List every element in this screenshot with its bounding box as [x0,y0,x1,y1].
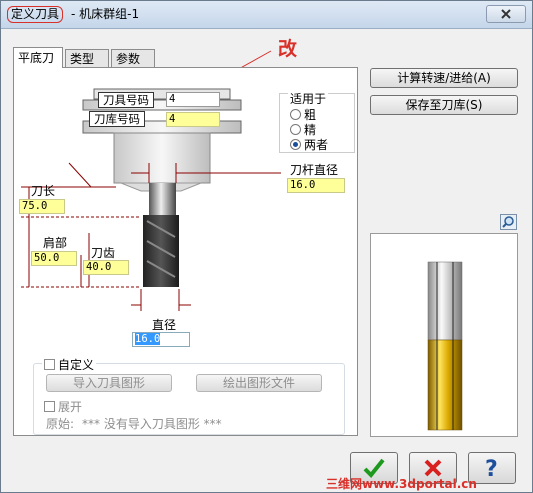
flute-label: 刀齿 [91,246,116,260]
diameter-label: 直径 [152,318,177,332]
overall-length-field[interactable]: 75.0 [19,199,65,214]
zoom-preview-button[interactable] [500,214,517,230]
radio-finish-icon [290,124,301,135]
shank-diameter-field[interactable]: 16.0 [287,178,345,193]
tool-preview [370,233,518,437]
custom-group: 自定义 导入刀具图形 绘出图形文件 展开 原始: *** 没有导入刀具图形 **… [33,356,345,435]
diameter-field[interactable]: 16.0 [132,332,190,347]
radio-rough-icon [290,109,301,120]
calc-speed-feed-button[interactable]: 计算转速/进给(A) [370,68,518,88]
applies-to-group: 适用于 粗 精 两者 [279,90,355,153]
origin-label: 原始: [46,417,75,431]
tool-preview-graphic [427,261,463,431]
applies-to-title: 适用于 [288,90,329,107]
radio-both-icon [290,139,301,150]
dialog-window: 定义刀具 - 机床群组-1 改 平底刀 类型 参数 刀具号码 4 刀库号码 4 … [0,0,533,493]
watermark: 三维网www.3dportal.cn [326,477,477,491]
library-number-label: 刀库号码 [89,111,145,127]
library-number-field[interactable]: 4 [166,112,220,127]
draw-graphic-file-button[interactable]: 绘出图形文件 [196,374,322,392]
tool-number-label: 刀具号码 [98,92,154,108]
expand-checkbox[interactable]: 展开 [44,398,82,415]
tab-flat-endmill[interactable]: 平底刀 [13,47,63,68]
custom-checkbox-icon [44,359,55,370]
magnifier-icon [502,216,514,228]
question-icon: ? [485,457,498,479]
radio-both[interactable]: 两者 [290,136,328,153]
flute-field[interactable]: 40.0 [83,260,129,275]
shank-diameter-label: 刀杆直径 [290,163,339,177]
save-to-library-button[interactable]: 保存至刀库(S) [370,95,518,115]
import-tool-graphic-button[interactable]: 导入刀具图形 [46,374,172,392]
expand-checkbox-icon [44,401,55,412]
svg-text:?: ? [485,457,498,479]
tool-number-field[interactable]: 4 [166,92,220,107]
origin-value: *** 没有导入刀具图形 *** [82,417,222,431]
shoulder-field[interactable]: 50.0 [31,251,77,266]
shoulder-label: 肩部 [43,236,68,250]
overall-length-label: 刀长 [31,184,56,198]
custom-checkbox[interactable]: 自定义 [42,356,97,373]
